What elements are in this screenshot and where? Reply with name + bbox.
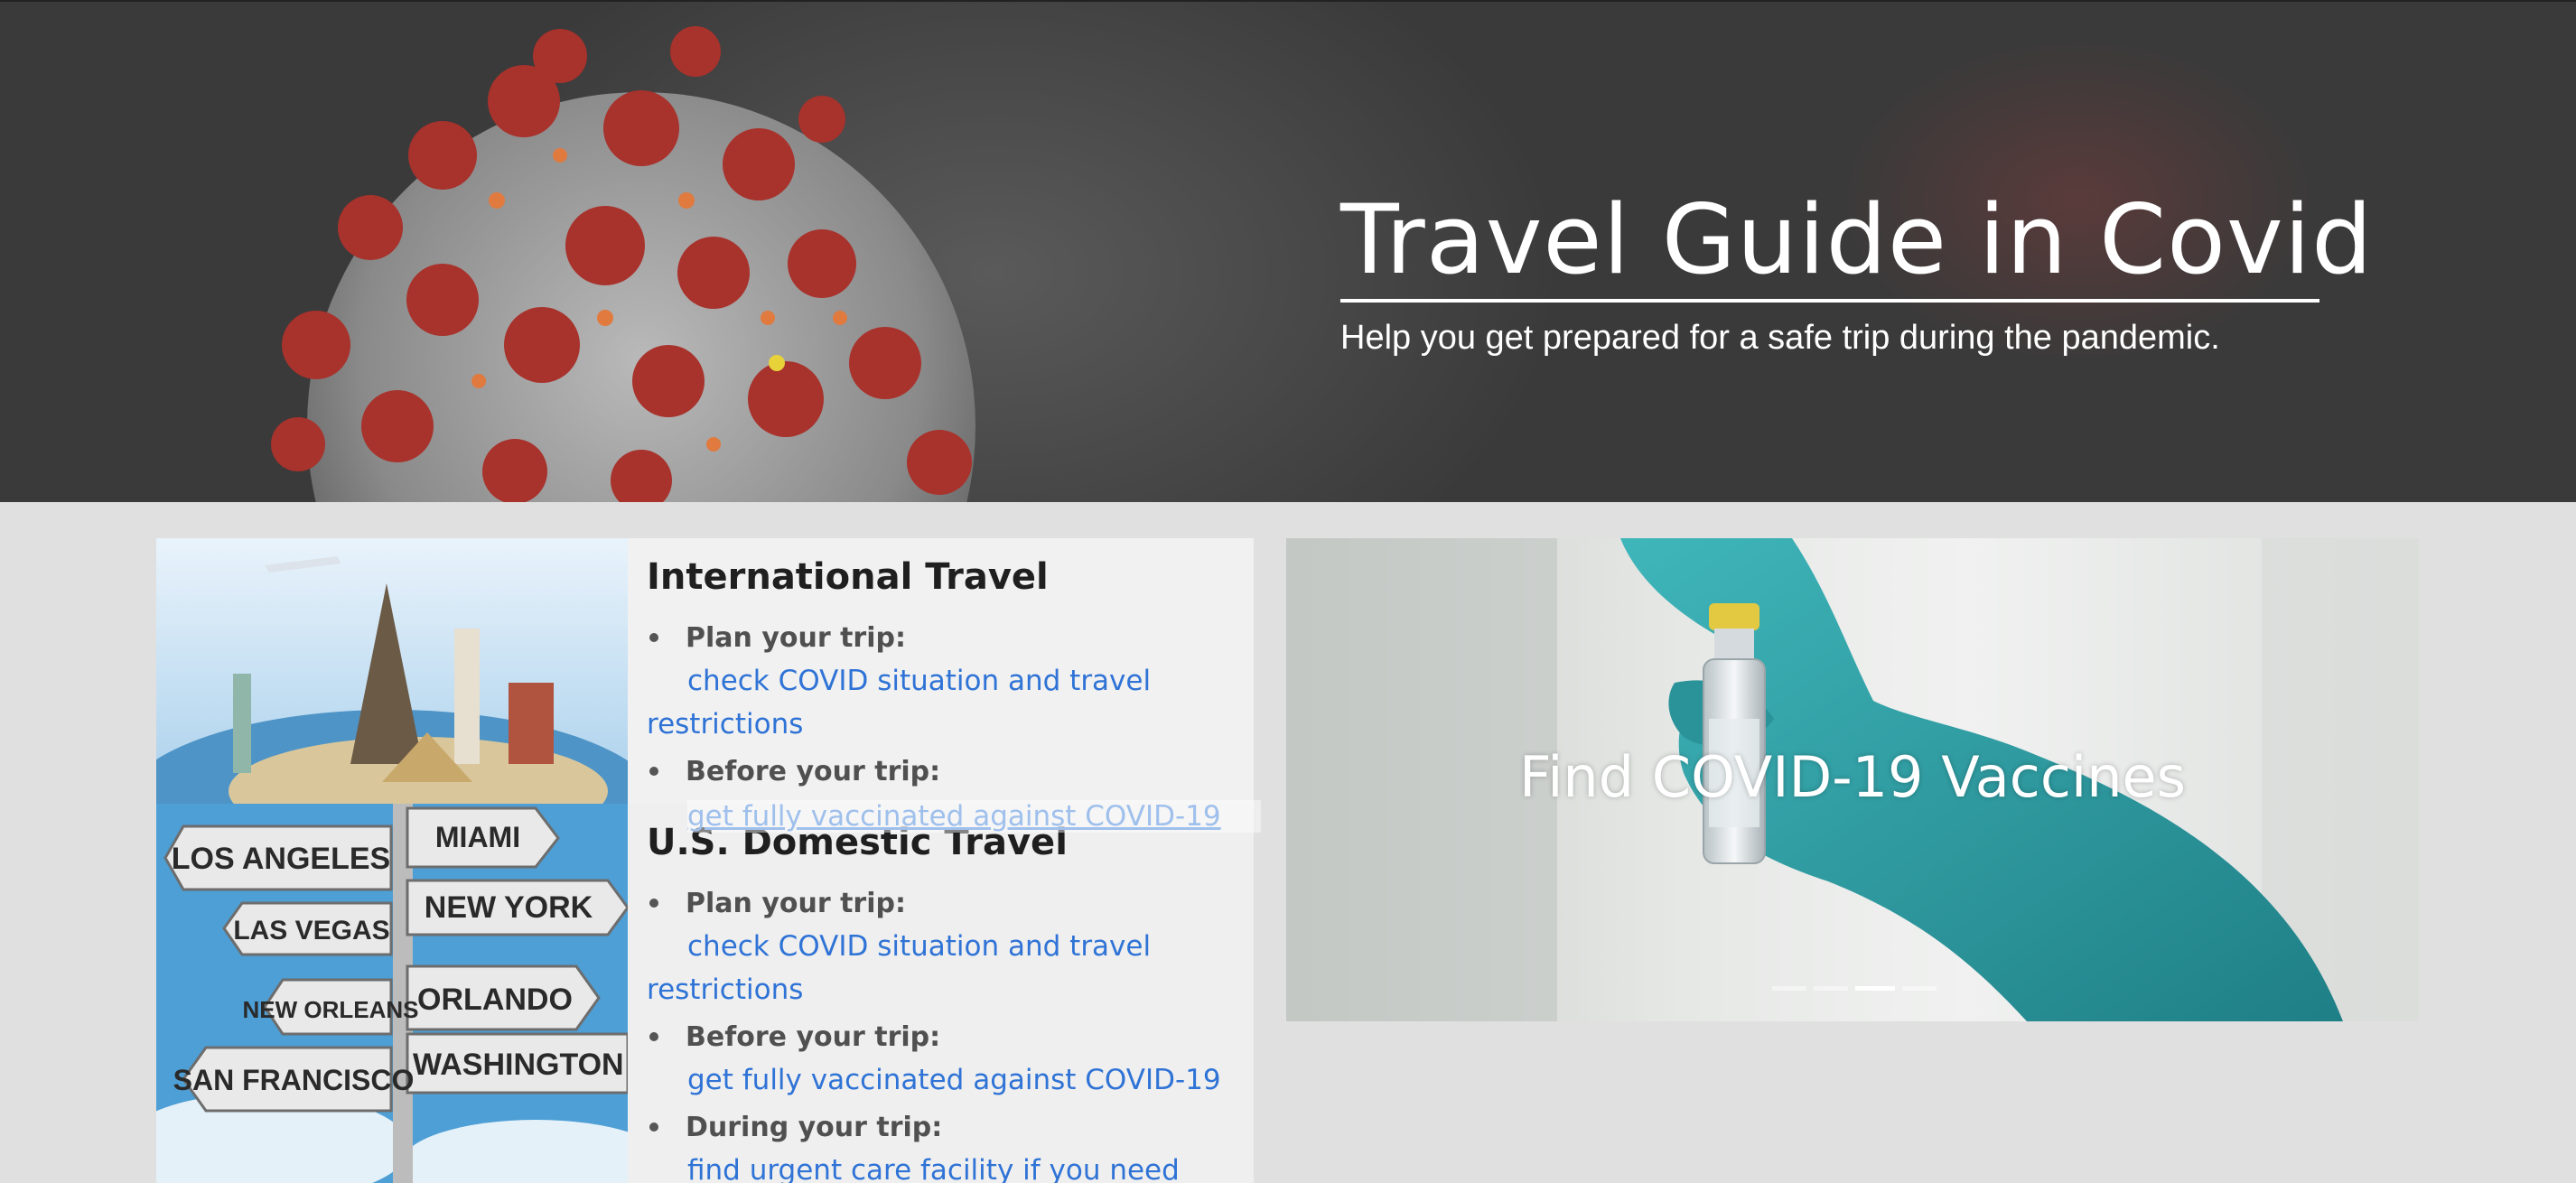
sign-washington: WASHINGTON (413, 1048, 624, 1082)
international-travel-title: International Travel (647, 556, 1049, 598)
item-label: During your trip: (686, 1112, 943, 1143)
us-city-signpost-image: LOS ANGELES MIAMI LAS VEGAS NEW YORK NEW… (156, 804, 628, 1183)
item-label: Plan your trip: (686, 888, 906, 919)
list-item: Plan your trip: check COVID situation an… (647, 618, 1236, 746)
carousel-dot-active[interactable] (1855, 986, 1895, 991)
page-title: Travel Guide in Covid (1340, 187, 2372, 303)
sign-las-vegas: LAS VEGAS (233, 916, 389, 945)
list-item: During your trip: find urgent care facil… (647, 1107, 1236, 1183)
domestic-travel-content: U.S. Domestic Travel Plan your trip: che… (647, 822, 1236, 1183)
international-travel-card: International Travel Plan your trip: che… (156, 538, 1254, 804)
vaccine-carousel[interactable]: Find COVID-19 Vaccines (1286, 538, 2419, 1021)
carousel-indicators (1772, 986, 1937, 991)
hero-text: Travel Guide in Covid Help you get prepa… (1340, 187, 2372, 358)
world-landmarks-image (156, 538, 628, 804)
sign-san-francisco: SAN FRANCISCO (173, 1064, 415, 1096)
international-travel-content: International Travel Plan your trip: che… (647, 556, 1236, 798)
travel-restrictions-link[interactable]: check COVID situation and travel restric… (647, 925, 1153, 1011)
urgent-care-link[interactable]: find urgent care facility if you need he… (687, 1149, 1236, 1183)
item-label: Before your trip: (686, 1021, 941, 1053)
page-subtitle: Help you get prepared for a safe trip du… (1340, 319, 2220, 357)
domestic-travel-card: LOS ANGELES MIAMI LAS VEGAS NEW YORK NEW… (156, 804, 1254, 1183)
item-label: Plan your trip: (686, 622, 906, 654)
sign-new-york: NEW YORK (425, 890, 593, 925)
carousel-dot[interactable] (1902, 986, 1937, 991)
coronavirus-image (271, 26, 975, 502)
sign-orlando: ORLANDO (417, 983, 573, 1017)
sign-los-angeles: LOS ANGELES (172, 842, 390, 876)
list-item: Before your trip: get fully vaccinated a… (647, 1017, 1236, 1102)
item-label: Before your trip: (686, 756, 941, 787)
vaccination-link[interactable]: get fully vaccinated against COVID-19 (687, 1058, 1236, 1102)
sign-new-orleans: NEW ORLEANS (243, 996, 419, 1023)
hero-banner: Travel Guide in Covid Help you get prepa… (0, 0, 2576, 502)
sign-miami: MIAMI (435, 821, 520, 853)
international-travel-list: Plan your trip: check COVID situation an… (647, 618, 1236, 793)
list-item: Plan your trip: check COVID situation an… (647, 883, 1236, 1011)
list-item: Before your trip: (647, 751, 1236, 793)
travel-restrictions-link[interactable]: check COVID situation and travel restric… (647, 659, 1153, 746)
domestic-travel-list: Plan your trip: check COVID situation an… (647, 883, 1236, 1183)
carousel-dot[interactable] (1772, 986, 1806, 991)
vaccination-link[interactable]: get fully vaccinated against COVID-19 (687, 800, 1261, 833)
carousel-dot[interactable] (1814, 986, 1848, 991)
vaccine-title[interactable]: Find COVID-19 Vaccines (1286, 744, 2419, 810)
